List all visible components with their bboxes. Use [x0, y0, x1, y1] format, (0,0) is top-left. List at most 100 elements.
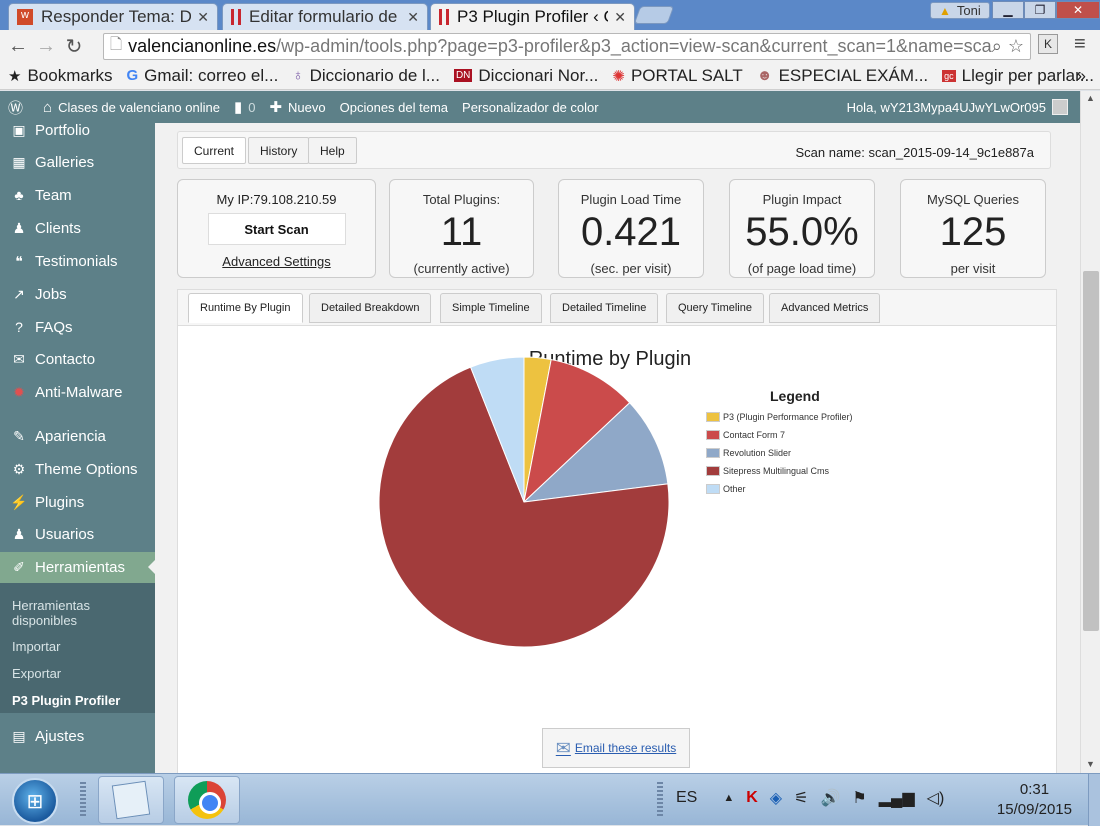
- new-tab-button[interactable]: [633, 6, 675, 24]
- close-window-icon[interactable]: ✕: [1056, 1, 1100, 19]
- menu-apariencia[interactable]: ✎ Apariencia: [0, 421, 155, 451]
- taskbar-chrome-app[interactable]: [174, 776, 240, 824]
- legend-label: Sitepress Multilingual Cms: [723, 466, 830, 476]
- submenu-exportar[interactable]: Exportar: [12, 666, 61, 681]
- extension-icon[interactable]: K: [1038, 34, 1058, 54]
- bookmark-diccionario[interactable]: ♁ Diccionario de l...: [292, 66, 440, 86]
- tab-simple-timeline[interactable]: Simple Timeline: [440, 293, 542, 323]
- theme-options-link[interactable]: Opciones del tema: [340, 100, 448, 115]
- comments-count: 0: [248, 99, 256, 115]
- mail-icon: ✉: [13, 350, 25, 367]
- reload-icon[interactable]: ↻: [60, 34, 88, 59]
- bookmark-label: Diccionari Nor...: [478, 65, 599, 85]
- bookmarks-menu[interactable]: ★ Bookmarks: [8, 66, 112, 86]
- address-bar[interactable]: 🗋 valencianonline.es/wp-admin/tools.php?…: [103, 33, 1031, 60]
- bookmark-portal-salt[interactable]: ✺ PORTAL SALT: [612, 66, 742, 86]
- menu-usuarios[interactable]: ♟ Usuarios: [0, 519, 155, 549]
- team-icon: ♣: [14, 187, 24, 203]
- browser-user-badge[interactable]: ▲ Toni: [930, 2, 990, 19]
- tab-advanced-metrics[interactable]: Advanced Metrics: [769, 293, 881, 323]
- tab-detailed-breakdown[interactable]: Detailed Breakdown: [309, 293, 432, 323]
- taskbar-notepad-app[interactable]: [98, 776, 164, 824]
- scan-control-card: My IP:79.108.210.59 Start Scan Advanced …: [177, 179, 376, 278]
- menu-testimonials[interactable]: ❝ Testimonials: [0, 246, 155, 276]
- menu-faqs[interactable]: ? FAQs: [0, 312, 155, 342]
- browser-tab-3-active[interactable]: P3 Plugin Profiler ‹ C ✕: [430, 3, 635, 30]
- browser-tab-1[interactable]: w Responder Tema: Du ✕: [8, 3, 218, 30]
- back-icon[interactable]: ←: [4, 35, 32, 58]
- restore-icon[interactable]: ❐: [1024, 1, 1056, 19]
- bookmark-star-icon[interactable]: ☆: [1008, 36, 1024, 57]
- submenu-p3-plugin-profiler[interactable]: P3 Plugin Profiler: [12, 693, 120, 708]
- scrollbar-thumb[interactable]: [1083, 271, 1099, 631]
- close-tab-icon[interactable]: ✕: [614, 9, 626, 26]
- close-tab-icon[interactable]: ✕: [407, 9, 419, 26]
- tab-detailed-timeline[interactable]: Detailed Timeline: [550, 293, 659, 323]
- volume-icon[interactable]: 🔊: [820, 788, 840, 808]
- page-scrollbar[interactable]: ▲ ▼: [1080, 91, 1100, 773]
- legend-item-2: Revolution Slider: [706, 444, 853, 462]
- bookmark-llegir[interactable]: gc Llegir per parlar...: [942, 66, 1094, 86]
- show-hidden-icons-icon[interactable]: ▲: [723, 792, 734, 804]
- windows-start-icon[interactable]: ⊞: [12, 778, 58, 824]
- antivirus-icon[interactable]: K: [746, 789, 758, 807]
- speaker-icon[interactable]: ◁): [927, 788, 945, 808]
- scroll-down-icon[interactable]: ▼: [1086, 759, 1095, 769]
- menu-herramientas[interactable]: ✐ Herramientas: [0, 552, 155, 583]
- new-content-link[interactable]: ✚ Nuevo: [269, 98, 325, 116]
- advanced-settings-link[interactable]: Advanced Settings: [178, 254, 375, 269]
- browser-menu-icon[interactable]: ≡: [1074, 33, 1086, 56]
- network-icon[interactable]: ⚟: [794, 788, 808, 808]
- menu-plugins[interactable]: ⚡ Plugins: [0, 487, 155, 517]
- menu-galleries[interactable]: ▦ Galleries: [0, 147, 155, 177]
- menu-portfolio[interactable]: ▣ Portfolio: [0, 123, 155, 145]
- legend-label: P3 (Plugin Performance Profiler): [723, 412, 853, 422]
- tab-help[interactable]: Help: [308, 137, 357, 164]
- scroll-up-icon[interactable]: ▲: [1086, 93, 1095, 103]
- menu-anti-malware[interactable]: ✹ Anti-Malware: [0, 377, 155, 407]
- taskbar-clock[interactable]: 0:31 15/09/2015: [997, 780, 1072, 820]
- comments-link[interactable]: ▮ 0: [234, 98, 256, 116]
- close-tab-icon[interactable]: ✕: [197, 9, 209, 26]
- total-plugins-card: Total Plugins: 11 (currently active): [389, 179, 534, 278]
- tab-query-timeline[interactable]: Query Timeline: [666, 293, 764, 323]
- action-center-flag-icon[interactable]: ⚑: [852, 788, 866, 808]
- menu-label: Herramientas: [35, 559, 126, 576]
- tab-history[interactable]: History: [248, 137, 310, 164]
- menu-contacto[interactable]: ✉ Contacto: [0, 344, 155, 374]
- herramientas-submenu: Herramientas disponibles Importar Export…: [0, 583, 155, 713]
- url-host: valencianonline.es: [128, 36, 277, 56]
- menu-ajustes[interactable]: ▤ Ajustes: [0, 721, 155, 751]
- bookmark-label: PORTAL SALT: [630, 65, 743, 85]
- menu-theme-options[interactable]: ⚙ Theme Options: [0, 454, 155, 484]
- legend-label: Revolution Slider: [723, 448, 792, 458]
- menu-clients[interactable]: ♟ Clients: [0, 213, 155, 243]
- wordpress-logo-icon[interactable]: Ⓦ: [8, 97, 29, 118]
- submenu-importar[interactable]: Importar: [12, 639, 60, 654]
- tab-current[interactable]: Current: [182, 137, 247, 164]
- site-name-link[interactable]: ⌂ Clases de valenciano online: [43, 99, 220, 116]
- tab-runtime-by-plugin[interactable]: Runtime By Plugin: [188, 293, 303, 323]
- malwarebytes-icon[interactable]: ◈: [770, 788, 782, 808]
- bookmarks-overflow-icon[interactable]: »: [1077, 66, 1086, 86]
- forward-icon[interactable]: →: [32, 35, 60, 58]
- browser-tab-2[interactable]: Editar formulario de ✕: [222, 3, 428, 30]
- show-desktop-button[interactable]: [1088, 774, 1100, 826]
- bookmark-gmail[interactable]: G Gmail: correo el...: [126, 66, 278, 86]
- menu-jobs[interactable]: ↗ Jobs: [0, 279, 155, 309]
- chrome-icon: [188, 781, 226, 819]
- bookmark-diccionari[interactable]: DN Diccionari Nor...: [453, 65, 599, 86]
- user-account-menu[interactable]: Hola, wY213Mypa4UJwYLwOr095: [847, 91, 1068, 123]
- minimize-icon[interactable]: ▁: [992, 1, 1024, 19]
- menu-team[interactable]: ♣ Team: [0, 180, 155, 210]
- bookmark-especial[interactable]: ☻ ESPECIAL EXÁM...: [757, 66, 928, 86]
- start-scan-button[interactable]: Start Scan: [207, 213, 346, 245]
- language-indicator[interactable]: ES: [676, 789, 697, 807]
- submenu-herramientas-disponibles[interactable]: Herramientas disponibles: [12, 598, 112, 628]
- plugin-favicon-icon: [231, 9, 241, 25]
- menu-label: Galleries: [35, 153, 95, 171]
- email-results-button[interactable]: ✉ Email these results: [542, 728, 690, 768]
- signal-icon[interactable]: ▂▄▆: [879, 788, 915, 808]
- zoom-icon[interactable]: ⌕: [992, 36, 1002, 57]
- color-customizer-link[interactable]: Personalizador de color: [462, 100, 599, 115]
